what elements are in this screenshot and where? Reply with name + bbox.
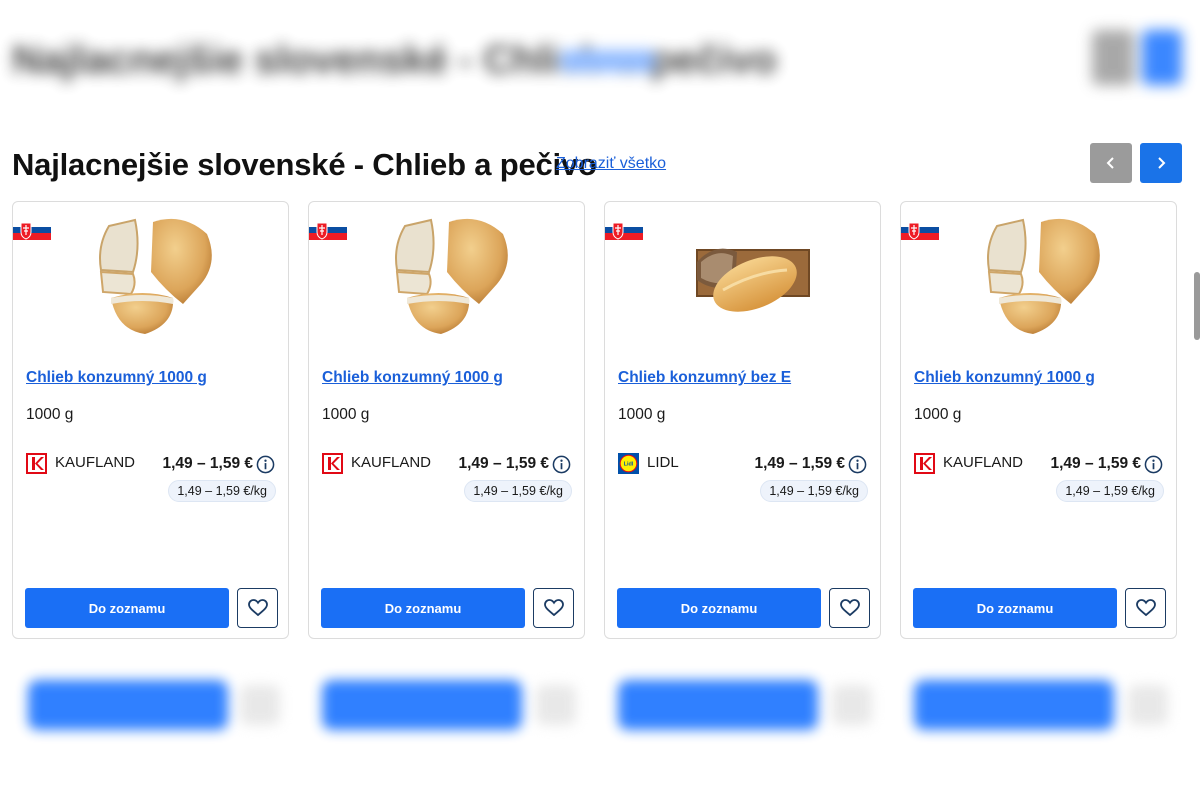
kaufland-logo-icon (914, 453, 935, 474)
favorite-button[interactable] (829, 588, 870, 628)
product-name-link[interactable]: Chlieb konzumný bez E (618, 369, 791, 387)
favorite-button[interactable] (237, 588, 278, 628)
product-image-oval-bread (696, 248, 810, 312)
heart-icon (1135, 599, 1156, 617)
product-card: Chlieb konzumný 1000 g 1000 g KAUFLAND 1… (308, 201, 585, 639)
background-header-blurred: Najlacnejšie slovenské - Chlieb a pečivo (0, 0, 1200, 125)
product-price: 1,49 – 1,59 € (754, 455, 846, 472)
info-icon[interactable] (552, 455, 571, 474)
product-price: 1,49 – 1,59 € (458, 455, 550, 472)
add-to-list-button[interactable]: Do zoznamu (321, 588, 525, 628)
store-name: KAUFLAND (55, 454, 136, 471)
add-to-list-button[interactable]: Do zoznamu (617, 588, 821, 628)
background-title-blurred: Najlacnejšie slovenské - Chlieb a pečivo (12, 38, 777, 82)
product-image-round-bread (99, 218, 212, 334)
product-name-link[interactable]: Chlieb konzumný 1000 g (914, 369, 1095, 387)
product-image-round-bread (987, 218, 1100, 334)
info-icon[interactable] (256, 455, 275, 474)
unit-price-badge: 1,49 – 1,59 €/kg (168, 480, 276, 502)
background-next-blurred (1142, 30, 1182, 85)
heart-icon (543, 599, 564, 617)
heart-icon (247, 599, 268, 617)
product-price: 1,49 – 1,59 € (1050, 455, 1142, 472)
product-name-link[interactable]: Chlieb konzumný 1000 g (322, 369, 503, 387)
unit-price-badge: 1,49 – 1,59 €/kg (464, 480, 572, 502)
add-to-list-button[interactable]: Do zoznamu (913, 588, 1117, 628)
product-weight: 1000 g (914, 406, 962, 423)
slovak-flag-icon (309, 220, 347, 240)
chevron-right-icon (1158, 157, 1166, 169)
background-buttons-blurred (0, 655, 1200, 800)
store-name: KAUFLAND (943, 454, 1024, 471)
slovak-flag-icon (13, 220, 51, 240)
product-name-link[interactable]: Chlieb konzumný 1000 g (26, 369, 207, 387)
product-image-round-bread (395, 218, 508, 334)
lidl-logo-icon: Lidl (618, 453, 639, 474)
slovak-flag-icon (605, 220, 643, 240)
product-weight: 1000 g (322, 406, 370, 423)
background-prev-blurred (1092, 30, 1134, 85)
section-title: Najlacnejšie slovenské - Chlieb a pečivo (12, 147, 597, 182)
product-weight: 1000 g (26, 406, 74, 423)
unit-price-badge: 1,49 – 1,59 €/kg (1056, 480, 1164, 502)
store-name: LIDL (647, 454, 679, 471)
svg-text:Lidl: Lidl (624, 462, 634, 468)
product-card: Chlieb konzumný 1000 g 1000 g KAUFLAND 1… (12, 201, 289, 639)
heart-icon (839, 599, 860, 617)
product-card: Chlieb konzumný 1000 g 1000 g KAUFLAND 1… (900, 201, 1177, 639)
favorite-button[interactable] (1125, 588, 1166, 628)
product-card: Chlieb konzumný bez E 1000 g Lidl LIDL 1… (604, 201, 881, 639)
favorite-button[interactable] (533, 588, 574, 628)
product-price: 1,49 – 1,59 € (162, 455, 254, 472)
product-weight: 1000 g (618, 406, 666, 423)
show-all-link[interactable]: Zobraziť všetko (556, 155, 666, 173)
info-icon[interactable] (848, 455, 867, 474)
store-name: KAUFLAND (351, 454, 432, 471)
background-link-blurred (560, 50, 655, 72)
info-icon[interactable] (1144, 455, 1163, 474)
carousel-next-button[interactable] (1140, 143, 1182, 183)
scrollbar-thumb[interactable] (1194, 272, 1200, 340)
kaufland-logo-icon (26, 453, 47, 474)
slovak-flag-icon (901, 220, 939, 240)
kaufland-logo-icon (322, 453, 343, 474)
chevron-left-icon (1106, 157, 1114, 169)
product-carousel-section: Najlacnejšie slovenské - Chlieb a pečivo… (0, 125, 1192, 655)
add-to-list-button[interactable]: Do zoznamu (25, 588, 229, 628)
unit-price-badge: 1,49 – 1,59 €/kg (760, 480, 868, 502)
carousel-prev-button[interactable] (1090, 143, 1132, 183)
